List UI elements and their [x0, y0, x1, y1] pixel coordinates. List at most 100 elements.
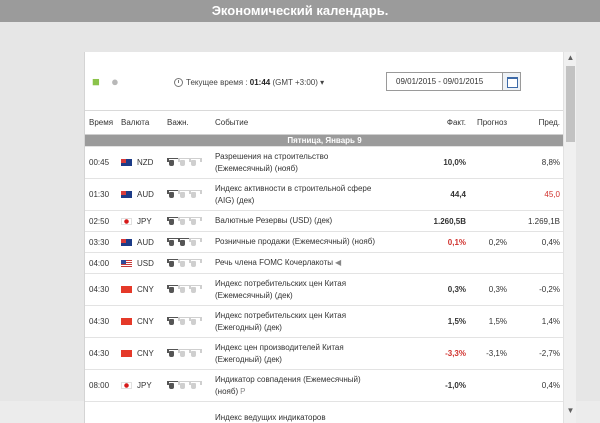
- scroll-up-icon[interactable]: ▲: [564, 52, 576, 64]
- event-name-line1: Речь члена FOMC Кочерлакоты: [215, 258, 333, 267]
- event-time: 03:30: [85, 232, 121, 253]
- flag-us-icon: [121, 260, 132, 267]
- event-info-icon[interactable]: P: [240, 387, 245, 396]
- col-header-currency[interactable]: Валюта: [121, 111, 165, 135]
- bull-icon: [178, 259, 187, 267]
- col-header-actual[interactable]: Факт.: [422, 111, 469, 135]
- event-forecast: 1,5%: [469, 306, 511, 338]
- timezone-label: (GMT +3:00): [272, 78, 317, 87]
- event-currency: CNY: [121, 274, 165, 306]
- table-row[interactable]: 08:00JPYИндикатор совпадения (Ежемесячны…: [85, 370, 564, 402]
- event-name-line2: (Ежегодный) (дек): [215, 355, 282, 364]
- bull-icon: [167, 238, 176, 246]
- bull-icon: [178, 158, 187, 166]
- flag-au-icon: [121, 191, 132, 198]
- bull-icon: [167, 285, 176, 293]
- col-header-event[interactable]: Событие: [211, 111, 422, 135]
- table-row[interactable]: 02:50JPYВалютные Резервы (USD) (дек)1.26…: [85, 211, 564, 232]
- bull-icon: [189, 317, 198, 325]
- event-name[interactable]: Разрешения на строительство(Ежемесячный)…: [211, 147, 422, 179]
- bull-icon: [167, 381, 176, 389]
- bull-icon: [178, 217, 187, 225]
- event-actual: 1,5%: [422, 306, 469, 338]
- current-time-value: 01:44: [250, 78, 270, 87]
- flag-cn-icon: [121, 286, 132, 293]
- bull-icon: [178, 190, 187, 198]
- bull-icon: [167, 317, 176, 325]
- event-name[interactable]: Индекс цен производителей Китая(Ежегодны…: [211, 338, 422, 370]
- event-actual: -3,3%: [422, 338, 469, 370]
- scrollbar-thumb[interactable]: [566, 66, 575, 142]
- table-row[interactable]: 00:45NZD Разрешения на строительство(Ежем…: [85, 147, 564, 179]
- col-header-forecast[interactable]: Прогноз: [469, 111, 511, 135]
- day-header: Пятница, Январь 9: [85, 135, 564, 147]
- scroll-down-icon[interactable]: ▼: [564, 405, 576, 417]
- currency-code: CNY: [137, 349, 154, 358]
- event-actual: 0,3%: [422, 274, 469, 306]
- event-name-line2: (Ежемесячный) (нояб): [215, 164, 298, 173]
- currency-code: USD: [137, 259, 154, 268]
- event-actual: [422, 402, 469, 423]
- event-forecast: [469, 211, 511, 232]
- currency-code: AUD: [137, 190, 154, 199]
- volatility-bulls: [167, 158, 200, 167]
- currency-code: JPY: [137, 381, 152, 390]
- volatility-bulls: [167, 317, 200, 326]
- col-header-previous[interactable]: Пред.: [511, 111, 564, 135]
- event-time: 04:30: [85, 274, 121, 306]
- col-header-time[interactable]: Время: [85, 111, 121, 135]
- event-currency: [121, 402, 165, 423]
- scrollbar[interactable]: ▲ ▼: [563, 52, 576, 423]
- event-forecast: [469, 370, 511, 402]
- event-name[interactable]: Валютные Резервы (USD) (дек): [211, 211, 422, 232]
- event-actual: -1,0%: [422, 370, 469, 402]
- table-row[interactable]: 04:00 USD Речь члена FOMC Кочерлакоты◀: [85, 253, 564, 274]
- apple-icon[interactable]: ●: [111, 74, 119, 89]
- event-currency: NZD: [121, 147, 165, 179]
- event-name[interactable]: Индикатор совпадения (Ежемесячный)(нояб)…: [211, 370, 422, 402]
- event-actual: [422, 253, 469, 274]
- calendar-icon[interactable]: [502, 72, 521, 91]
- event-currency: AUD: [121, 179, 165, 211]
- currency-code: JPY: [137, 217, 152, 226]
- col-header-volatility[interactable]: Важн.: [165, 111, 211, 135]
- date-range-input[interactable]: 09/01/2015 - 09/01/2015: [386, 72, 521, 91]
- event-name[interactable]: Индекс потребительских цен Китая(Ежегодн…: [211, 306, 422, 338]
- chevron-down-icon[interactable]: ▾: [320, 78, 324, 87]
- bull-icon: [167, 349, 176, 357]
- currency-code: CNY: [137, 285, 154, 294]
- table-row[interactable]: 04:30 CNY Индекс потребительских цен Китая…: [85, 274, 564, 306]
- table-row[interactable]: 03:30 AUD Розничные продажи (Ежемесячный) …: [85, 232, 564, 253]
- event-name[interactable]: Розничные продажи (Ежемесячный) (нояб): [211, 232, 422, 253]
- table-row[interactable]: 01:30AUDИндекс активности в строительной…: [85, 179, 564, 211]
- event-volatility: [165, 211, 211, 232]
- event-name-line2: (Ежемесячный) (дек): [215, 291, 293, 300]
- event-name[interactable]: Речь члена FOMC Кочерлакоты◀: [211, 253, 422, 274]
- event-previous: -2,7%: [511, 338, 564, 370]
- event-time: 04:00: [85, 253, 121, 274]
- table-header-row: Время Валюта Важн. Событие Факт. Прогноз…: [85, 111, 564, 135]
- table-row[interactable]: 04:30CNYИндекс потребительских цен Китая…: [85, 306, 564, 338]
- event-time: 00:45: [85, 147, 121, 179]
- event-name[interactable]: Индекс активности в строительной сфере(A…: [211, 179, 422, 211]
- flag-cn-icon: [121, 318, 132, 325]
- android-icon[interactable]: ■: [92, 74, 100, 89]
- event-volatility: [165, 274, 211, 306]
- bull-icon: [178, 285, 187, 293]
- event-volatility: [165, 253, 211, 274]
- table-row[interactable]: 04:30CNYИндекс цен производителей Китая(…: [85, 338, 564, 370]
- event-previous: 0,4%: [511, 232, 564, 253]
- bull-icon: [167, 158, 176, 166]
- event-name[interactable]: Индекс ведущих индикаторов: [211, 402, 422, 423]
- event-forecast: -3,1%: [469, 338, 511, 370]
- event-currency: JPY: [121, 370, 165, 402]
- event-forecast: 0,2%: [469, 232, 511, 253]
- currency-code: AUD: [137, 238, 154, 247]
- volatility-bulls: [167, 217, 200, 226]
- volatility-bulls: [167, 349, 200, 358]
- event-name[interactable]: Индекс потребительских цен Китая(Ежемеся…: [211, 274, 422, 306]
- event-info-icon[interactable]: ◀: [335, 258, 341, 267]
- table-row[interactable]: Индекс ведущих индикаторов: [85, 402, 564, 423]
- event-currency: CNY: [121, 338, 165, 370]
- current-time[interactable]: Текущее время : 01:44 (GMT +3:00) ▾: [174, 78, 324, 87]
